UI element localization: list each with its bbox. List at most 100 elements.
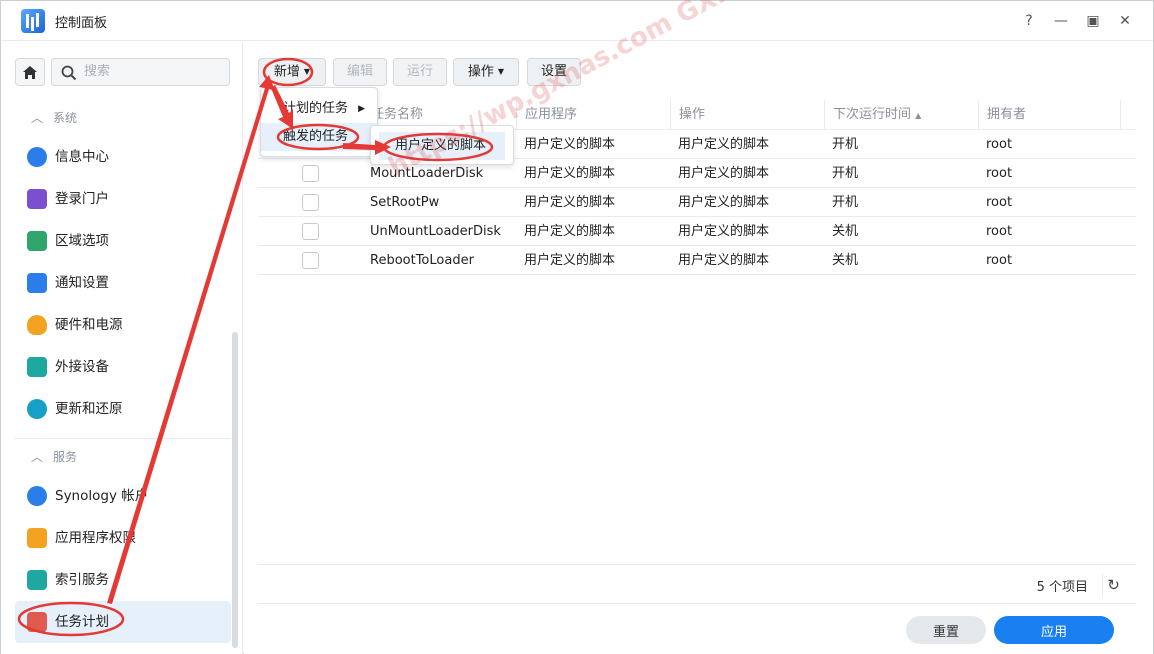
chevron-up-icon: ︿ [31, 450, 44, 464]
cell-app: 用户定义的脚本 [524, 195, 616, 210]
row-checkbox[interactable] [302, 194, 319, 211]
apply-button[interactable]: 应用 [994, 616, 1114, 644]
sidebar-item-task-scheduler[interactable]: 任务计划 [15, 601, 231, 643]
cell-action: 用户定义的脚本 [678, 253, 770, 268]
cell-owner: root [986, 195, 1013, 210]
run-button[interactable]: 运行 [393, 58, 447, 86]
sidebar-item-indexing-service[interactable]: 索引服务 [15, 559, 231, 601]
sidebar-item-notification[interactable]: 通知设置 [15, 262, 231, 304]
table-row[interactable]: UnMountLoaderDisk 用户定义的脚本 用户定义的脚本 关机 roo… [258, 217, 1136, 246]
control-panel-window: 控制面板 ? — ▣ ✕ ︿ 系统 信息中心 登录门户 区域选项 [0, 0, 1154, 654]
sidebar-item-info-center[interactable]: 信息中心 [15, 136, 231, 178]
chat-bubble-icon [27, 273, 47, 293]
sidebar-item-regional-options[interactable]: 区域选项 [15, 220, 231, 262]
cell-owner: root [986, 137, 1013, 152]
globe-clock-icon [27, 231, 47, 251]
cell-owner: root [986, 253, 1013, 268]
sidebar-item-label: 更新和还原 [55, 401, 123, 417]
caret-down-icon: ▼ [497, 67, 505, 76]
col-next-run[interactable]: 下次运行时间 ▲ [824, 100, 978, 130]
edit-button[interactable]: 编辑 [333, 58, 387, 86]
refresh-arrows-icon [27, 399, 47, 419]
row-checkbox[interactable] [302, 252, 319, 269]
create-menu: 计划的任务 ▶ 触发的任务 [260, 87, 378, 157]
col-next-run-label: 下次运行时间 [833, 107, 912, 122]
chevron-up-icon: ︿ [31, 111, 44, 125]
row-checkbox[interactable] [302, 223, 319, 240]
cell-name: UnMountLoaderDisk [370, 224, 501, 239]
sidebar-item-label: 通知设置 [55, 275, 109, 291]
sidebar-item-label: 外接设备 [55, 359, 109, 375]
maximize-button[interactable]: ▣ [1082, 10, 1104, 32]
cell-next-run: 关机 [832, 224, 859, 239]
portal-icon [27, 189, 47, 209]
cell-next-run: 开机 [832, 195, 859, 210]
cell-owner: root [986, 166, 1013, 181]
cell-next-run: 开机 [832, 166, 859, 181]
cell-action: 用户定义的脚本 [678, 137, 770, 152]
col-owner[interactable]: 拥有者 [978, 100, 1120, 130]
sidebar-item-external-devices[interactable]: 外接设备 [15, 346, 231, 388]
refresh-icon[interactable]: ↻ [1102, 574, 1124, 596]
help-button[interactable]: ? [1018, 10, 1040, 32]
sidebar-group-system[interactable]: ︿ 系统 [15, 100, 231, 136]
table-row[interactable]: RebootToLoader 用户定义的脚本 用户定义的脚本 关机 root [258, 246, 1136, 275]
cell-app: 用户定义的脚本 [524, 137, 616, 152]
action-label: 操作 [467, 64, 494, 80]
close-button[interactable]: ✕ [1114, 10, 1136, 32]
cell-next-run: 开机 [832, 137, 859, 152]
search-icon [61, 65, 77, 81]
sidebar-item-hardware-power[interactable]: 硬件和电源 [15, 304, 231, 346]
upload-icon [27, 357, 47, 377]
control-panel-app-icon [21, 9, 45, 33]
sidebar-item-login-portal[interactable]: 登录门户 [15, 178, 231, 220]
cell-app: 用户定义的脚本 [524, 253, 616, 268]
window-title: 控制面板 [55, 16, 108, 31]
col-action[interactable]: 操作 [670, 100, 824, 130]
search-doc-icon [27, 570, 47, 590]
user-check-icon [27, 486, 47, 506]
lock-icon [27, 528, 47, 548]
cell-action: 用户定义的脚本 [678, 224, 770, 239]
minimize-button[interactable]: — [1050, 10, 1072, 32]
menu-item-label: 触发的任务 [283, 129, 349, 144]
sort-asc-icon: ▲ [915, 111, 922, 120]
menu-item-triggered-task[interactable]: 触发的任务 [261, 123, 377, 151]
sidebar-scrollbar[interactable] [232, 332, 238, 648]
info-icon [27, 147, 47, 167]
menu-item-scheduled-task[interactable]: 计划的任务 ▶ [261, 95, 377, 123]
create-button[interactable]: 新增 ▼ [258, 58, 326, 86]
item-count: 5 个项目 [1036, 580, 1088, 595]
cell-app: 用户定义的脚本 [524, 166, 616, 181]
calendar-icon [27, 612, 47, 632]
sidebar-group-services[interactable]: ︿ 服务 [15, 439, 231, 475]
task-grid: 任务名称 应用程序 操作 下次运行时间 ▲ 拥有者 用户定义的脚本 用户定义的脚… [258, 100, 1136, 562]
title-bar: 控制面板 ? — ▣ ✕ [1, 1, 1153, 41]
sidebar-item-label: 硬件和电源 [55, 317, 123, 333]
sidebar-item-label: Synology 帐户 [55, 488, 149, 504]
caret-right-icon: ▶ [358, 104, 365, 114]
cell-owner: root [986, 224, 1013, 239]
group-label: 服务 [53, 450, 78, 464]
search-box[interactable] [51, 58, 230, 86]
row-checkbox[interactable] [302, 165, 319, 182]
search-input[interactable] [84, 64, 224, 79]
create-label: 新增 [273, 64, 300, 80]
sidebar-item-label: 应用程序权限 [55, 530, 136, 546]
sidebar-item-synology-account[interactable]: Synology 帐户 [15, 475, 231, 517]
sidebar-item-label: 索引服务 [55, 572, 109, 588]
col-spacer [1120, 100, 1136, 130]
sidebar-item-label: 区域选项 [55, 233, 109, 249]
reset-button[interactable]: 重置 [906, 616, 986, 644]
sidebar-item-label: 任务计划 [55, 614, 109, 630]
sidebar-nav: ︿ 系统 信息中心 登录门户 区域选项 通知设置 硬件和电源 外接设备 更新和还… [15, 100, 231, 648]
sidebar: ︿ 系统 信息中心 登录门户 区域选项 通知设置 硬件和电源 [1, 42, 243, 654]
cell-app: 用户定义的脚本 [524, 224, 616, 239]
cell-name: SetRootPw [370, 195, 440, 210]
sidebar-item-app-privileges[interactable]: 应用程序权限 [15, 517, 231, 559]
cell-next-run: 关机 [832, 253, 859, 268]
table-row[interactable]: SetRootPw 用户定义的脚本 用户定义的脚本 开机 root [258, 188, 1136, 217]
sidebar-item-update-restore[interactable]: 更新和还原 [15, 388, 231, 430]
home-button[interactable] [15, 58, 45, 86]
menu-item-label: 计划的任务 [283, 101, 349, 116]
